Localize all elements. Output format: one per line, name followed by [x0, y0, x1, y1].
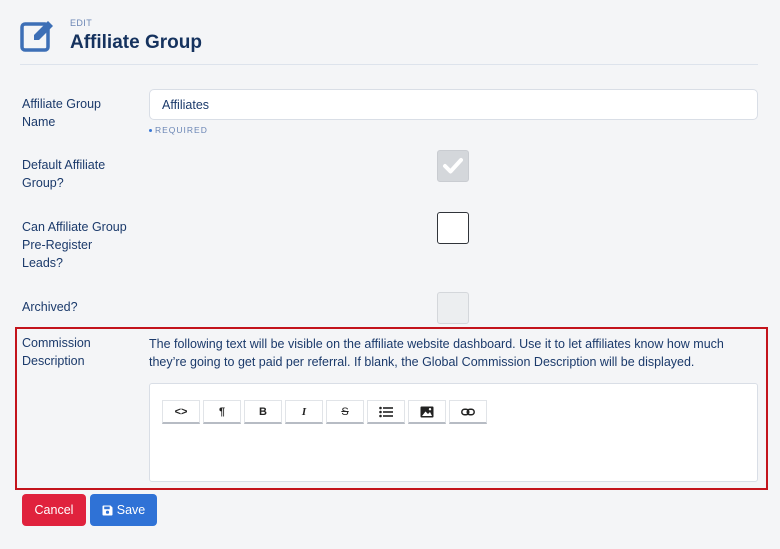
cancel-button-label: Cancel: [34, 503, 74, 517]
paragraph-button[interactable]: ¶: [203, 400, 241, 424]
commission-label: Commission Description: [22, 336, 91, 368]
checkmark-icon: [443, 158, 463, 174]
list-button[interactable]: [367, 400, 405, 424]
save-button[interactable]: Save: [90, 494, 157, 526]
bold-button[interactable]: B: [244, 400, 282, 424]
cancel-button[interactable]: Cancel: [22, 494, 86, 526]
commission-help-text: The following text will be visible on th…: [149, 337, 724, 369]
link-icon: [461, 407, 475, 416]
group-name-input[interactable]: [149, 89, 758, 120]
paragraph-icon: ¶: [218, 405, 226, 418]
required-hint: REQUIRED: [149, 125, 208, 135]
archived-label: Archived?: [22, 300, 78, 314]
image-button[interactable]: [408, 400, 446, 424]
page-title: Affiliate Group: [70, 32, 202, 53]
default-group-checkbox: [437, 150, 469, 182]
strikethrough-button[interactable]: S: [326, 400, 364, 424]
pre-register-checkbox[interactable]: [437, 212, 469, 244]
save-button-label: Save: [116, 503, 146, 517]
save-icon: [102, 505, 113, 515]
archived-checkbox: [437, 292, 469, 324]
pre-register-label: Can Affiliate Group Pre-Register Leads?: [22, 220, 127, 270]
group-name-label: Affiliate Group Name: [22, 97, 101, 129]
list-icon: [379, 406, 393, 417]
code-icon: <>: [174, 405, 188, 418]
image-icon: [420, 406, 434, 417]
italic-button[interactable]: I: [285, 400, 323, 424]
header-kicker: EDIT: [70, 18, 93, 28]
bold-icon: B: [259, 405, 267, 418]
link-button[interactable]: [449, 400, 487, 424]
required-text: REQUIRED: [155, 125, 208, 135]
commission-editor[interactable]: <> ¶ B I S: [149, 383, 758, 482]
code-button[interactable]: <>: [162, 400, 200, 424]
header-divider: [20, 64, 758, 65]
required-dot-icon: [149, 129, 152, 133]
strikethrough-icon: S: [341, 405, 349, 418]
default-group-label: Default Affiliate Group?: [22, 158, 106, 190]
edit-icon: [20, 21, 53, 52]
italic-icon: I: [301, 405, 307, 418]
